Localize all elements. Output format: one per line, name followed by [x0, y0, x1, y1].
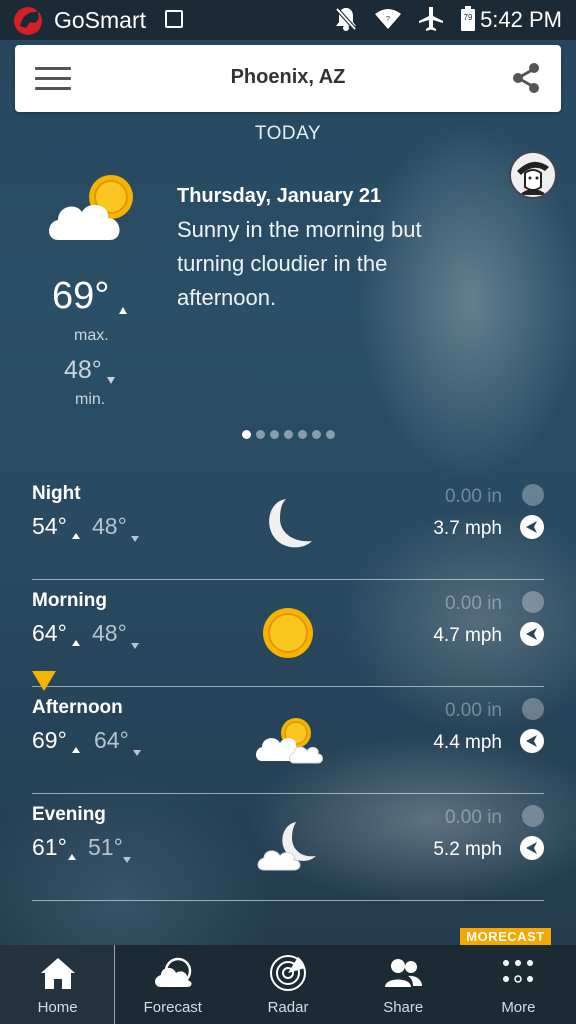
period-high: 54° — [32, 513, 67, 539]
period-high: 61° — [32, 834, 67, 860]
max-label: max. — [74, 327, 109, 344]
period-name: Evening — [32, 804, 106, 825]
clock: 5:42 PM — [480, 7, 562, 32]
moon-icon — [269, 499, 312, 548]
notifications-off-icon — [335, 7, 357, 31]
svg-text:?: ? — [386, 16, 390, 23]
down-arrow-icon — [123, 857, 131, 863]
weather-expert-avatar[interactable] — [509, 151, 557, 199]
period-high: 64° — [32, 620, 67, 646]
nav-home[interactable]: Home — [0, 945, 116, 1024]
nav-label: Forecast — [143, 999, 202, 1016]
rain-amount: 0.00 in — [444, 807, 502, 828]
partly-cloudy-day-icon — [256, 718, 323, 764]
rain-amount: 0.00 in — [444, 700, 502, 721]
more-dots-icon — [503, 960, 534, 983]
down-arrow-icon — [131, 536, 139, 542]
page-dot[interactable] — [311, 430, 321, 439]
share-button[interactable] — [509, 61, 543, 95]
nav-divider — [114, 945, 115, 1024]
carrier-name: GoSmart — [54, 7, 147, 33]
nav-label: More — [501, 999, 536, 1016]
down-arrow-icon — [107, 377, 115, 384]
period-low: 51° — [88, 834, 123, 860]
up-arrow-icon — [72, 747, 80, 753]
nav-forecast[interactable]: Forecast — [115, 945, 230, 1024]
partly-cloudy-night-icon — [257, 822, 316, 871]
wind-speed: 4.7 mph — [433, 625, 502, 646]
period-low: 48° — [92, 513, 127, 539]
location-title[interactable]: Phoenix, AZ — [15, 66, 561, 89]
period-name: Afternoon — [32, 697, 123, 718]
wifi-icon: ? — [375, 9, 401, 29]
wind-direction-icon — [520, 622, 544, 646]
page-dot[interactable] — [325, 430, 335, 439]
down-arrow-icon — [133, 750, 141, 756]
forecast-icon — [154, 957, 192, 987]
home-icon — [40, 958, 75, 989]
page-dot[interactable] — [255, 430, 265, 439]
precipitation-icon — [522, 484, 544, 506]
airplane-mode-icon — [419, 7, 443, 31]
battery-icon: 79 — [461, 6, 475, 31]
page-indicator[interactable] — [0, 430, 576, 439]
wind-speed: 4.4 mph — [433, 732, 502, 753]
radar-icon — [270, 955, 306, 991]
rain-amount: 0.00 in — [444, 486, 502, 507]
carrier-logo-icon — [14, 7, 42, 35]
page-dot[interactable] — [283, 430, 293, 439]
image-notification-icon — [165, 10, 183, 28]
portrait-icon — [511, 153, 555, 197]
wind-speed: 5.2 mph — [433, 839, 502, 860]
wind-direction-icon — [520, 836, 544, 860]
up-arrow-icon — [72, 640, 80, 646]
period-high: 69° — [32, 727, 67, 753]
people-icon — [385, 959, 423, 987]
wind-direction-icon — [520, 515, 544, 539]
min-label: min. — [75, 391, 106, 408]
period-row-morning[interactable]: Morning 64° 48° 0.00 in 4.7 mph — [32, 580, 544, 687]
wind-direction-icon — [520, 729, 544, 753]
svg-text:79: 79 — [464, 13, 473, 22]
wind-speed: 3.7 mph — [433, 518, 502, 539]
nav-more[interactable]: More — [461, 945, 576, 1024]
page-dot[interactable] — [269, 430, 279, 439]
nav-radar[interactable]: Radar — [230, 945, 345, 1024]
up-arrow-icon — [68, 854, 76, 860]
forecast-date: Thursday, January 21 — [177, 185, 382, 207]
precipitation-icon — [522, 805, 544, 827]
period-row-night[interactable]: Night 54° 48° 0.00 in 3.7 mph — [32, 473, 544, 580]
precipitation-icon — [522, 591, 544, 613]
down-arrow-icon — [131, 643, 139, 649]
precipitation-icon — [522, 698, 544, 720]
partly-cloudy-day-icon — [49, 175, 133, 240]
brand-tag: MORECAST — [460, 928, 551, 945]
nav-label: Home — [37, 999, 78, 1016]
forecast-description: Sunny in the morning but turning cloudie… — [177, 217, 422, 310]
up-arrow-icon — [119, 307, 127, 314]
share-icon — [513, 63, 539, 93]
max-temperature: 69° — [52, 275, 110, 317]
period-low: 48° — [92, 620, 127, 646]
today-label: TODAY — [254, 123, 322, 144]
page-dot[interactable] — [297, 430, 307, 439]
nav-label: Share — [383, 999, 424, 1016]
min-temperature: 48° — [64, 356, 102, 384]
period-row-afternoon[interactable]: Afternoon 69° 64° 0.00 in 4.4 mph — [32, 687, 544, 794]
page-dot[interactable] — [241, 430, 251, 439]
sun-icon — [263, 608, 313, 658]
nav-share[interactable]: Share — [346, 945, 461, 1024]
period-low: 64° — [94, 727, 129, 753]
period-row-evening[interactable]: Evening 61° 51° 0.00 in 5.2 mph — [32, 794, 544, 901]
rain-amount: 0.00 in — [444, 593, 502, 614]
period-name: Morning — [32, 590, 107, 611]
status-bar: GoSmart ? 79 5:42 PM — [0, 0, 576, 40]
period-name: Night — [32, 483, 81, 504]
up-arrow-icon — [72, 533, 80, 539]
nav-label: Radar — [267, 999, 309, 1016]
app-bar: Phoenix, AZ — [15, 45, 561, 112]
bottom-navigation: Home Forecast Radar Share More — [0, 945, 576, 1024]
